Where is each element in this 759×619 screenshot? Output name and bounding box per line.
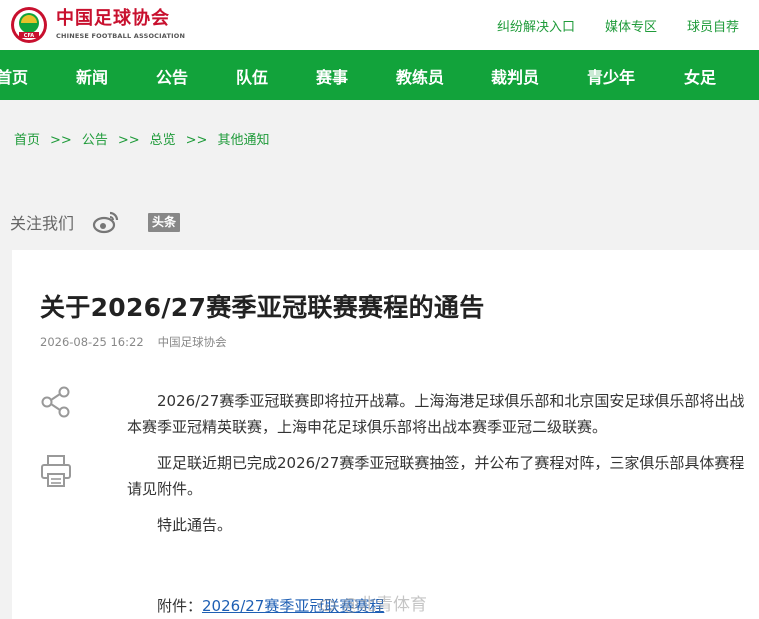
follow-us: 关注我们 头条: [10, 210, 181, 234]
weibo-icon[interactable]: [92, 210, 120, 234]
print-icon[interactable]: [40, 454, 72, 488]
nav-item-womens[interactable]: 女足: [684, 64, 716, 88]
player-recommend-link[interactable]: 球员自荐: [687, 16, 739, 35]
nav-item-news[interactable]: 新闻: [76, 64, 108, 88]
dispute-resolution-link[interactable]: 纠纷解决入口: [497, 16, 575, 35]
article-body: 2026/27赛季亚冠联赛即将拉开战幕。上海海港足球俱乐部和北京国安足球俱乐部将…: [127, 388, 757, 538]
weibo-watermark-icon: [319, 598, 336, 611]
article-card: 关于2026/27赛季亚冠联赛赛程的通告 2026-08-25 16:22 中国足…: [12, 250, 759, 619]
svg-text:CFA: CFA: [24, 33, 35, 39]
main-nav: 首页 新闻 公告 队伍 赛事 教练员 裁判员 青少年 女足: [0, 50, 759, 100]
cfa-logo-icon[interactable]: CFA: [10, 6, 48, 44]
nav-item-referees[interactable]: 裁判员: [491, 64, 539, 88]
nav-item-home[interactable]: 首页: [0, 64, 28, 88]
brand[interactable]: 中国足球协会 CHINESE FOOTBALL ASSOCIATION: [56, 8, 186, 41]
site-header: CFA 中国足球协会 CHINESE FOOTBALL ASSOCIATION …: [0, 0, 759, 50]
nav-item-competitions[interactable]: 赛事: [316, 64, 348, 88]
article-paragraph: 2026/27赛季亚冠联赛即将拉开战幕。上海海港足球俱乐部和北京国安足球俱乐部将…: [127, 392, 745, 436]
breadcrumb-separator: >>: [50, 133, 72, 148]
watermark: @北青体育: [318, 590, 427, 615]
breadcrumb-separator: >>: [117, 133, 140, 148]
breadcrumb-separator: >>: [185, 133, 208, 148]
brand-name-cn: 中国足球协会: [56, 8, 170, 29]
breadcrumb-other-notices[interactable]: 其他通知: [217, 133, 269, 148]
top-links: 纠纷解决入口 媒体专区 球员自荐: [497, 16, 739, 35]
breadcrumb-overview[interactable]: 总览: [150, 133, 176, 148]
nav-item-teams[interactable]: 队伍: [236, 64, 268, 88]
breadcrumb-bar: 首页 >> 公告 >> 总览 >> 其他通知: [0, 100, 759, 172]
nav-item-notices[interactable]: 公告: [156, 64, 188, 88]
nav-item-youth[interactable]: 青少年: [587, 64, 635, 88]
article-date: 2026-08-25 16:22: [40, 335, 144, 349]
watermark-text: @北青体育: [342, 595, 427, 615]
article-paragraph: 亚足联近期已完成2026/27赛季亚冠联赛抽签，并公布了赛程对阵，三家俱乐部具体…: [127, 454, 745, 498]
follow-label: 关注我们: [10, 214, 75, 233]
article-title: 关于2026/27赛季亚冠联赛赛程的通告: [40, 293, 485, 322]
article-source: 中国足球协会: [157, 335, 227, 349]
breadcrumb-home[interactable]: 首页: [14, 133, 40, 148]
brand-name-en: CHINESE FOOTBALL ASSOCIATION: [56, 32, 186, 40]
breadcrumb-notices[interactable]: 公告: [82, 133, 108, 148]
nav-item-coaches[interactable]: 教练员: [396, 64, 444, 88]
breadcrumb: 首页 >> 公告 >> 总览 >> 其他通知: [14, 129, 269, 148]
share-icon[interactable]: [40, 386, 72, 418]
toutiao-icon[interactable]: 头条: [148, 212, 181, 232]
article-meta: 2026-08-25 16:22 中国足球协会: [40, 334, 227, 350]
media-zone-link[interactable]: 媒体专区: [605, 16, 657, 35]
attachment-label: 附件：: [157, 597, 203, 615]
article-paragraph: 特此通告。: [157, 516, 233, 534]
